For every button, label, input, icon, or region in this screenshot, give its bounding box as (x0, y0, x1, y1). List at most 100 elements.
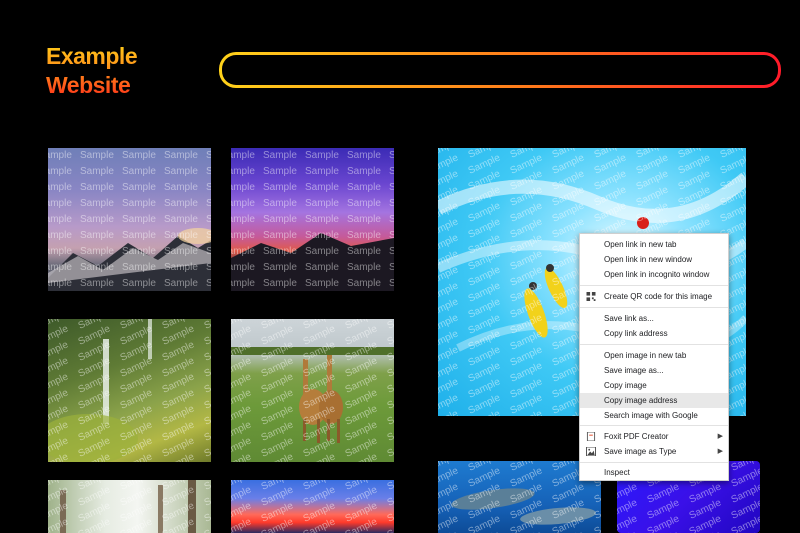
watermark-text: Sample (164, 294, 198, 305)
menu-create-qr-code[interactable]: Create QR code for this image (580, 289, 728, 304)
menu-label: Foxit PDF Creator (604, 432, 669, 441)
giraffes-savanna-image[interactable] (231, 319, 394, 462)
submenu-arrow-icon: ▶ (717, 448, 723, 455)
menu-open-image-new-tab[interactable]: Open image in new tab (580, 348, 728, 363)
menu-label: Open link in new tab (604, 240, 677, 249)
menu-save-link-as[interactable]: Save link as... (580, 311, 728, 326)
menu-label: Open link in incognito window (604, 270, 710, 279)
dolphins-image[interactable] (438, 461, 601, 533)
site-logo[interactable]: Example Website (46, 42, 166, 100)
watermark-text: Sample (389, 150, 423, 161)
logo-line-2: Website (46, 72, 131, 98)
menu-divider (580, 425, 728, 426)
menu-search-image-google[interactable]: Search image with Google (580, 408, 728, 423)
menu-divider (580, 344, 728, 345)
menu-divider (580, 307, 728, 308)
watermark-text: Sample (761, 312, 797, 336)
watermark-text: Sample (761, 392, 797, 416)
watermark-text: Sample (761, 328, 797, 352)
context-menu: Open link in new tab Open link in new wi… (579, 233, 729, 481)
menu-copy-link-address[interactable]: Copy link address (580, 326, 728, 341)
waterfall-shape (48, 319, 152, 462)
watermark-text: Sample (389, 182, 423, 193)
watermark-text: Sample (761, 280, 797, 304)
search-input[interactable] (222, 55, 778, 85)
watermark-text: Sample (761, 200, 797, 224)
menu-label: Create QR code for this image (604, 292, 713, 301)
watermark-text: Sample (122, 294, 156, 305)
menu-label: Copy image (604, 381, 647, 390)
sunset-mountains-shape (231, 233, 394, 291)
watermark-text: Sample (389, 246, 423, 257)
watermark-text: Sample (772, 449, 800, 473)
watermark-text: Sample (772, 481, 800, 505)
menu-open-link-incognito[interactable]: Open link in incognito window (580, 267, 728, 282)
watermark-text: Sample (772, 529, 800, 533)
logo-line-1: Example (46, 43, 138, 69)
watermark-text: Sample (761, 360, 797, 384)
watermark-text: Sample (347, 294, 381, 305)
menu-open-link-new-tab[interactable]: Open link in new tab (580, 237, 728, 252)
menu-copy-image-address[interactable]: Copy image address (580, 393, 728, 408)
menu-foxit-pdf-creator[interactable]: Foxit PDF Creator ▶ (580, 429, 728, 444)
watermark-text: Sample (761, 248, 797, 272)
watermark-text: Sample (772, 465, 800, 489)
watermark-text: Sample (761, 184, 797, 208)
qr-code-icon (586, 292, 596, 301)
watermark-text: Sample (263, 294, 297, 305)
watermark-text: Sample (761, 168, 797, 192)
watermark-text: Sample (80, 294, 114, 305)
watermark-text: Sample (761, 136, 797, 160)
watermark-text: Sample (761, 264, 797, 288)
menu-open-link-new-window[interactable]: Open link in new window (580, 252, 728, 267)
purple-sunset-image[interactable] (231, 148, 394, 291)
image-icon (586, 447, 596, 456)
dolphins-shape (451, 488, 596, 525)
giraffes-shape (231, 347, 394, 443)
forest-trees-image[interactable] (48, 480, 211, 533)
sunset-clouds-image[interactable] (231, 480, 394, 533)
watermark-text: Sample (761, 376, 797, 400)
watermark-text: Sample (761, 296, 797, 320)
purple-mountains-image[interactable] (48, 148, 211, 291)
waterfall-forest-image[interactable] (48, 319, 211, 462)
menu-save-image-as-type[interactable]: Save image as Type ▶ (580, 444, 728, 459)
watermark-text: Sample (761, 152, 797, 176)
menu-divider (580, 285, 728, 286)
watermark-text: Sample (761, 408, 797, 432)
menu-copy-image[interactable]: Copy image (580, 378, 728, 393)
watermark-text: Sample (206, 294, 240, 305)
menu-divider (580, 462, 728, 463)
menu-label: Copy image address (604, 396, 678, 405)
watermark-text: Sample (389, 214, 423, 225)
menu-label: Copy link address (604, 329, 668, 338)
menu-label: Save image as... (604, 366, 664, 375)
watermark-text: Sample (389, 198, 423, 209)
trees-shape (60, 480, 196, 533)
watermark-text: Sample (389, 278, 423, 289)
search-bar[interactable] (219, 52, 781, 88)
menu-label: Search image with Google (604, 411, 698, 420)
foxit-icon (586, 432, 596, 441)
watermark-text: Sample (761, 344, 797, 368)
watermark-text: Sample (221, 294, 255, 305)
menu-label: Save image as Type (604, 447, 677, 456)
watermark-text: Sample (38, 294, 72, 305)
menu-label: Open image in new tab (604, 351, 687, 360)
watermark-text: Sample (389, 166, 423, 177)
menu-save-image-as[interactable]: Save image as... (580, 363, 728, 378)
menu-inspect[interactable]: Inspect (580, 465, 728, 480)
menu-label: Inspect (604, 468, 630, 477)
mountains-shape (48, 228, 211, 291)
watermark-text: Sample (389, 294, 423, 305)
watermark-text: Sample (305, 294, 339, 305)
watermark-text: Sample (772, 497, 800, 521)
watermark-text: Sample (761, 232, 797, 256)
menu-label: Save link as... (604, 314, 654, 323)
watermark-text: Sample (761, 216, 797, 240)
watermark-text: Sample (772, 513, 800, 533)
submenu-arrow-icon: ▶ (717, 433, 723, 440)
watermark-text: Sample (389, 230, 423, 241)
watermark-text: Sample (389, 262, 423, 273)
menu-label: Open link in new window (604, 255, 693, 264)
